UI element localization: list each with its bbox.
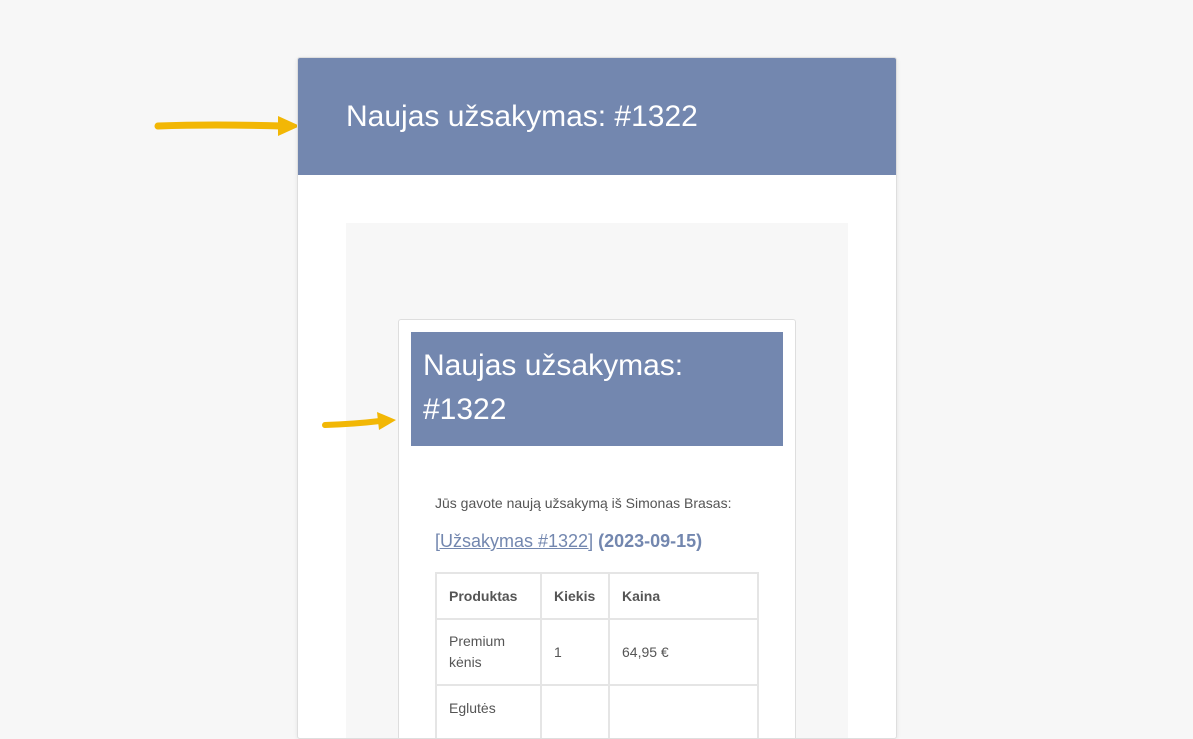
order-heading: [Užsakymas #1322] (2023-09-15) [435, 531, 702, 552]
column-header-price: Kaina [608, 572, 759, 620]
table-row: Eglutės [435, 684, 759, 738]
email-header: Naujas užsakymas: #1322 [298, 58, 896, 175]
arrow-right-icon [322, 412, 396, 430]
order-link[interactable]: [Užsakymas #1322] [435, 531, 593, 551]
preview-header: Naujas užsakymas: #1322 [411, 332, 783, 446]
preview-title: Naujas užsakymas: #1322 [423, 349, 684, 426]
product-cell: Premium kėnis [435, 618, 542, 686]
order-table: Produktas Kiekis Kaina Premium kėnis 1 6… [435, 572, 759, 738]
page-title: Naujas užsakymas: #1322 [346, 100, 698, 133]
quantity-cell [540, 684, 610, 738]
column-header-quantity: Kiekis [540, 572, 610, 620]
column-header-product: Produktas [435, 572, 542, 620]
table-row: Premium kėnis 1 64,95 € [435, 618, 759, 686]
price-cell [608, 684, 759, 738]
email-preview-pane: Naujas užsakymas: #1322 Jūs gavote naują… [346, 223, 848, 738]
arrow-right-icon [154, 116, 300, 136]
email-container: Naujas užsakymas: #1322 Naujas užsakymas… [297, 57, 897, 739]
email-preview-container: Naujas užsakymas: #1322 Jūs gavote naują… [398, 319, 796, 738]
intro-text: Jūs gavote naują užsakymą iš Simonas Bra… [435, 495, 732, 511]
quantity-cell: 1 [540, 618, 610, 686]
product-cell: Eglutės [435, 684, 542, 738]
table-header-row: Produktas Kiekis Kaina [435, 572, 759, 620]
price-cell: 64,95 € [608, 618, 759, 686]
order-date: (2023-09-15) [598, 531, 703, 551]
